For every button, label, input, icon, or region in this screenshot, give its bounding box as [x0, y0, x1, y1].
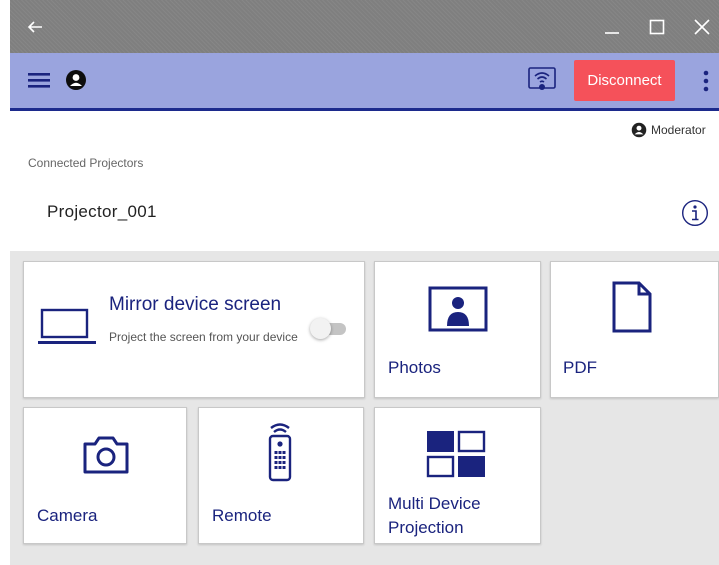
camera-label: Camera [37, 506, 98, 525]
remote-control-icon [268, 423, 292, 482]
camera-icon [83, 436, 129, 474]
app-window: Disconnect Moderator Connected Projector… [10, 0, 719, 565]
user-icon [66, 70, 86, 90]
multi-screen-icon [426, 430, 486, 478]
back-arrow-icon [27, 20, 42, 33]
laptop-icon [38, 308, 96, 344]
mirror-description: Project the screen from your device [109, 330, 298, 344]
minimize-icon [605, 31, 619, 34]
connection-panel [10, 111, 719, 251]
menu-button[interactable] [27, 68, 53, 92]
info-icon [681, 199, 709, 227]
toggle-thumb [310, 318, 331, 339]
connected-projectors-heading: Connected Projectors [28, 156, 144, 170]
wifi-cast-icon [528, 67, 556, 90]
back-button[interactable] [20, 0, 50, 53]
close-button[interactable] [685, 0, 719, 53]
multi-device-label-line1: Multi Device [388, 494, 481, 513]
remote-tile[interactable]: Remote [198, 407, 364, 544]
minimize-button[interactable] [595, 0, 629, 53]
photos-label: Photos [388, 358, 441, 377]
document-icon [612, 281, 652, 333]
maximize-icon [649, 19, 665, 34]
pdf-tile[interactable]: PDF [550, 261, 719, 398]
disconnect-button[interactable]: Disconnect [574, 60, 675, 101]
wifi-cast-button[interactable] [527, 66, 557, 94]
close-icon [694, 18, 710, 35]
projector-name: Projector_001 [47, 202, 157, 221]
moderator-user-icon [631, 122, 647, 138]
user-button[interactable] [65, 69, 87, 91]
pdf-label: PDF [563, 358, 597, 377]
more-vert-icon [703, 70, 709, 92]
maximize-button[interactable] [640, 0, 674, 53]
mirror-device-tile[interactable]: Mirror device screen Project the screen … [23, 261, 365, 398]
multi-device-label-line2: Projection [388, 518, 464, 537]
photo-icon [428, 286, 488, 332]
mirror-title: Mirror device screen [109, 294, 282, 315]
role-indicator: Moderator [631, 121, 706, 139]
camera-tile[interactable]: Camera [23, 407, 187, 544]
remote-label: Remote [212, 506, 272, 525]
photos-tile[interactable]: Photos [374, 261, 541, 398]
role-label: Moderator [651, 123, 706, 137]
menu-icon [28, 73, 50, 88]
multi-device-tile[interactable]: Multi Device Projection [374, 407, 541, 544]
mirror-toggle[interactable] [310, 318, 350, 339]
projector-info-button[interactable] [681, 199, 709, 227]
more-options-button[interactable] [700, 68, 712, 94]
